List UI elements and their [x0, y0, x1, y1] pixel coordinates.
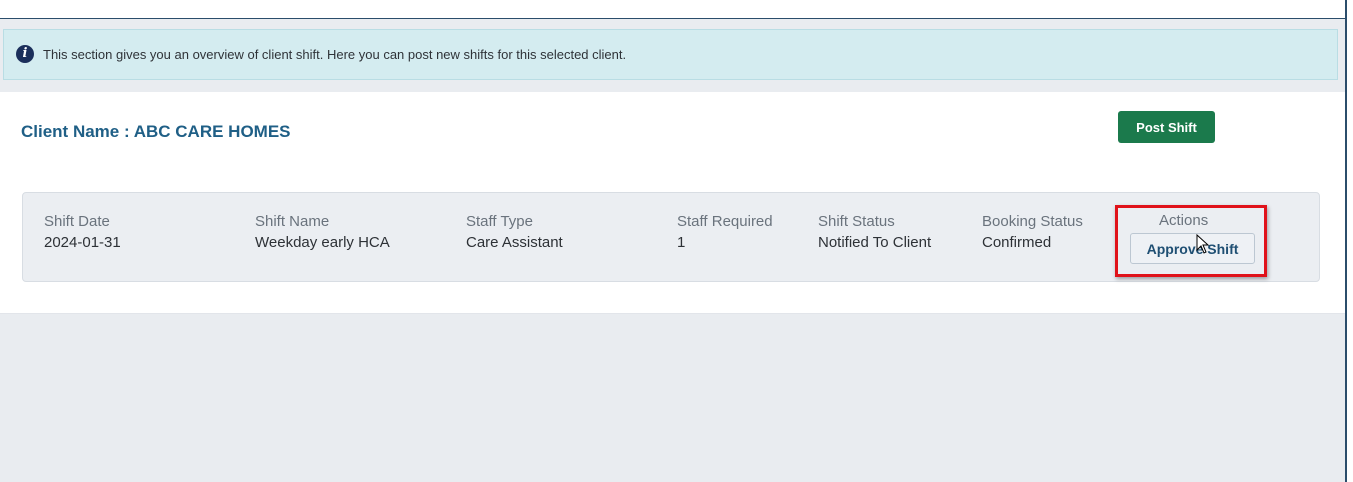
- shift-name-cell: Shift Name Weekday early HCA: [255, 213, 390, 252]
- staff-required-cell: Staff Required 1: [677, 213, 773, 252]
- booking-status-label: Booking Status: [982, 213, 1083, 230]
- shift-date-cell: Shift Date 2024-01-31: [44, 213, 121, 252]
- highlight-box: [1115, 205, 1267, 277]
- info-alert: i This section gives you an overview of …: [3, 29, 1338, 80]
- top-bar: [0, 0, 1345, 19]
- shift-date-label: Shift Date: [44, 213, 110, 230]
- info-icon: i: [16, 44, 34, 63]
- shift-status-label: Shift Status: [818, 213, 895, 230]
- alert-text: This section gives you an overview of cl…: [43, 47, 627, 62]
- booking-status-value: Confirmed: [982, 234, 1052, 251]
- shift-name-label: Shift Name: [255, 213, 330, 230]
- shift-status-value: Notified To Client: [818, 234, 932, 251]
- scroll-gutter: [1347, 0, 1353, 482]
- staff-required-label: Staff Required: [677, 213, 773, 230]
- booking-status-cell: Booking Status Confirmed: [982, 213, 1083, 252]
- shift-status-cell: Shift Status Notified To Client: [818, 213, 931, 252]
- staff-type-cell: Staff Type Care Assistant: [466, 213, 563, 252]
- page-title: Client Name : ABC CARE HOMES: [21, 122, 291, 141]
- staff-type-value: Care Assistant: [466, 234, 563, 251]
- post-shift-button[interactable]: Post Shift: [1118, 111, 1215, 143]
- staff-required-value: 1: [677, 234, 686, 251]
- mouse-cursor-icon: [1196, 234, 1210, 254]
- client-shift-panel: Client Name : ABC CARE HOMES Post Shift …: [0, 92, 1345, 314]
- shift-name-value: Weekday early HCA: [255, 234, 390, 251]
- staff-type-label: Staff Type: [466, 213, 533, 230]
- shift-date-value: 2024-01-31: [44, 234, 121, 251]
